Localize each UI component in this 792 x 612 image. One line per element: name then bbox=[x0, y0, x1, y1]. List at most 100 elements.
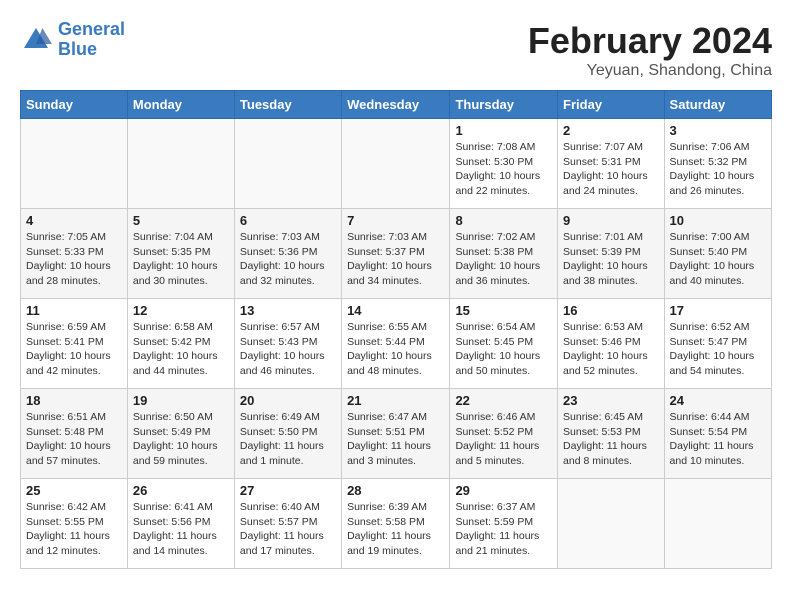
day-info: Sunrise: 7:07 AMSunset: 5:31 PMDaylight:… bbox=[563, 140, 659, 199]
calendar-table: SundayMondayTuesdayWednesdayThursdayFrid… bbox=[20, 90, 772, 569]
day-info: Sunrise: 6:54 AMSunset: 5:45 PMDaylight:… bbox=[455, 320, 552, 379]
calendar-cell: 22Sunrise: 6:46 AMSunset: 5:52 PMDayligh… bbox=[450, 389, 558, 479]
calendar-cell: 21 Sunrise: 6:47 AMSunset: 5:51 PMDayligh… bbox=[342, 389, 450, 479]
day-info: Sunrise: 7:08 AMSunset: 5:30 PMDaylight:… bbox=[455, 140, 552, 199]
day-number: 19 bbox=[133, 393, 229, 408]
weekday-header: Friday bbox=[558, 91, 665, 119]
calendar-cell: 27 Sunrise: 6:40 AMSunset: 5:57 PMDayligh… bbox=[234, 479, 341, 569]
day-number: 7 bbox=[347, 213, 444, 228]
calendar-week-row: 11 Sunrise: 6:59 AMSunset: 5:41 PMDayligh… bbox=[21, 299, 772, 389]
calendar-cell bbox=[21, 119, 128, 209]
calendar-cell: 19 Sunrise: 6:50 AMSunset: 5:49 PMDayligh… bbox=[127, 389, 234, 479]
day-number: 29 bbox=[455, 483, 552, 498]
day-info: Sunrise: 7:06 AMSunset: 5:32 PMDaylight:… bbox=[670, 140, 766, 199]
calendar-cell bbox=[234, 119, 341, 209]
calendar-cell: 11 Sunrise: 6:59 AMSunset: 5:41 PMDayligh… bbox=[21, 299, 128, 389]
day-number: 4 bbox=[26, 213, 122, 228]
day-number: 9 bbox=[563, 213, 659, 228]
day-info: Sunrise: 6:57 AMSunset: 5:43 PMDaylight:… bbox=[240, 320, 336, 379]
day-info: Sunrise: 6:53 AMSunset: 5:46 PMDaylight:… bbox=[563, 320, 659, 379]
day-number: 11 bbox=[26, 303, 122, 318]
day-info: Sunrise: 6:51 AMSunset: 5:48 PMDaylight:… bbox=[26, 410, 122, 469]
calendar-cell: 28 Sunrise: 6:39 AMSunset: 5:58 PMDayligh… bbox=[342, 479, 450, 569]
calendar-cell: 12 Sunrise: 6:58 AMSunset: 5:42 PMDayligh… bbox=[127, 299, 234, 389]
day-info: Sunrise: 6:44 AMSunset: 5:54 PMDaylight:… bbox=[670, 410, 766, 469]
calendar-cell: 4 Sunrise: 7:05 AMSunset: 5:33 PMDaylight… bbox=[21, 209, 128, 299]
day-number: 18 bbox=[26, 393, 122, 408]
day-number: 5 bbox=[133, 213, 229, 228]
day-number: 26 bbox=[133, 483, 229, 498]
day-info: Sunrise: 7:01 AMSunset: 5:39 PMDaylight:… bbox=[563, 230, 659, 289]
day-info: Sunrise: 6:40 AMSunset: 5:57 PMDaylight:… bbox=[240, 500, 336, 559]
calendar-week-row: 18 Sunrise: 6:51 AMSunset: 5:48 PMDayligh… bbox=[21, 389, 772, 479]
day-number: 1 bbox=[455, 123, 552, 138]
logo-line1: General bbox=[58, 19, 125, 39]
calendar-cell: 5 Sunrise: 7:04 AMSunset: 5:35 PMDaylight… bbox=[127, 209, 234, 299]
weekday-header: Thursday bbox=[450, 91, 558, 119]
day-info: Sunrise: 6:37 AMSunset: 5:59 PMDaylight:… bbox=[455, 500, 552, 559]
calendar-cell bbox=[127, 119, 234, 209]
day-number: 28 bbox=[347, 483, 444, 498]
day-number: 3 bbox=[670, 123, 766, 138]
calendar-cell: 29 Sunrise: 6:37 AMSunset: 5:59 PMDayligh… bbox=[450, 479, 558, 569]
calendar-cell: 20Sunrise: 6:49 AMSunset: 5:50 PMDayligh… bbox=[234, 389, 341, 479]
calendar-cell: 7 Sunrise: 7:03 AMSunset: 5:37 PMDaylight… bbox=[342, 209, 450, 299]
day-info: Sunrise: 6:50 AMSunset: 5:49 PMDaylight:… bbox=[133, 410, 229, 469]
calendar-cell: 13 Sunrise: 6:57 AMSunset: 5:43 PMDayligh… bbox=[234, 299, 341, 389]
day-info: Sunrise: 7:03 AMSunset: 5:36 PMDaylight:… bbox=[240, 230, 336, 289]
calendar-cell: 2 Sunrise: 7:07 AMSunset: 5:31 PMDaylight… bbox=[558, 119, 665, 209]
calendar-week-row: 1 Sunrise: 7:08 AMSunset: 5:30 PMDaylight… bbox=[21, 119, 772, 209]
day-number: 10 bbox=[670, 213, 766, 228]
calendar-cell: 1 Sunrise: 7:08 AMSunset: 5:30 PMDaylight… bbox=[450, 119, 558, 209]
day-number: 12 bbox=[133, 303, 229, 318]
day-number: 15 bbox=[455, 303, 552, 318]
day-number: 8 bbox=[455, 213, 552, 228]
calendar-cell: 6Sunrise: 7:03 AMSunset: 5:36 PMDaylight… bbox=[234, 209, 341, 299]
calendar-cell bbox=[342, 119, 450, 209]
weekday-header: Sunday bbox=[21, 91, 128, 119]
header: General Blue February 2024 Yeyuan, Shand… bbox=[20, 20, 772, 80]
day-info: Sunrise: 7:04 AMSunset: 5:35 PMDaylight:… bbox=[133, 230, 229, 289]
day-number: 21 bbox=[347, 393, 444, 408]
day-info: Sunrise: 6:45 AMSunset: 5:53 PMDaylight:… bbox=[563, 410, 659, 469]
day-info: Sunrise: 6:47 AMSunset: 5:51 PMDaylight:… bbox=[347, 410, 444, 469]
day-info: Sunrise: 7:03 AMSunset: 5:37 PMDaylight:… bbox=[347, 230, 444, 289]
calendar-cell: 10Sunrise: 7:00 AMSunset: 5:40 PMDayligh… bbox=[664, 209, 771, 299]
day-number: 17 bbox=[670, 303, 766, 318]
logo-icon bbox=[20, 24, 52, 56]
logo-text: General Blue bbox=[58, 20, 125, 60]
day-info: Sunrise: 6:49 AMSunset: 5:50 PMDaylight:… bbox=[240, 410, 336, 469]
day-info: Sunrise: 6:52 AMSunset: 5:47 PMDaylight:… bbox=[670, 320, 766, 379]
day-number: 2 bbox=[563, 123, 659, 138]
calendar-cell: 25Sunrise: 6:42 AMSunset: 5:55 PMDayligh… bbox=[21, 479, 128, 569]
calendar-cell: 8 Sunrise: 7:02 AMSunset: 5:38 PMDaylight… bbox=[450, 209, 558, 299]
day-info: Sunrise: 6:46 AMSunset: 5:52 PMDaylight:… bbox=[455, 410, 552, 469]
title-area: February 2024 Yeyuan, Shandong, China bbox=[528, 20, 772, 80]
logo-line2: Blue bbox=[58, 39, 97, 59]
day-number: 27 bbox=[240, 483, 336, 498]
calendar-cell: 18 Sunrise: 6:51 AMSunset: 5:48 PMDayligh… bbox=[21, 389, 128, 479]
month-year: February 2024 bbox=[528, 20, 772, 62]
day-info: Sunrise: 6:55 AMSunset: 5:44 PMDaylight:… bbox=[347, 320, 444, 379]
calendar-cell: 17 Sunrise: 6:52 AMSunset: 5:47 PMDayligh… bbox=[664, 299, 771, 389]
location: Yeyuan, Shandong, China bbox=[528, 62, 772, 80]
day-info: Sunrise: 6:41 AMSunset: 5:56 PMDaylight:… bbox=[133, 500, 229, 559]
day-info: Sunrise: 7:02 AMSunset: 5:38 PMDaylight:… bbox=[455, 230, 552, 289]
logo: General Blue bbox=[20, 20, 125, 60]
day-info: Sunrise: 6:59 AMSunset: 5:41 PMDaylight:… bbox=[26, 320, 122, 379]
calendar-week-row: 4 Sunrise: 7:05 AMSunset: 5:33 PMDaylight… bbox=[21, 209, 772, 299]
day-number: 25 bbox=[26, 483, 122, 498]
weekday-header: Saturday bbox=[664, 91, 771, 119]
calendar-cell: 9 Sunrise: 7:01 AMSunset: 5:39 PMDaylight… bbox=[558, 209, 665, 299]
day-info: Sunrise: 7:05 AMSunset: 5:33 PMDaylight:… bbox=[26, 230, 122, 289]
day-number: 13 bbox=[240, 303, 336, 318]
calendar-cell bbox=[664, 479, 771, 569]
day-info: Sunrise: 6:39 AMSunset: 5:58 PMDaylight:… bbox=[347, 500, 444, 559]
weekday-header: Wednesday bbox=[342, 91, 450, 119]
calendar-cell: 26 Sunrise: 6:41 AMSunset: 5:56 PMDayligh… bbox=[127, 479, 234, 569]
day-info: Sunrise: 6:58 AMSunset: 5:42 PMDaylight:… bbox=[133, 320, 229, 379]
calendar-cell: 15 Sunrise: 6:54 AMSunset: 5:45 PMDayligh… bbox=[450, 299, 558, 389]
calendar-cell bbox=[558, 479, 665, 569]
calendar-week-row: 25Sunrise: 6:42 AMSunset: 5:55 PMDayligh… bbox=[21, 479, 772, 569]
day-number: 16 bbox=[563, 303, 659, 318]
